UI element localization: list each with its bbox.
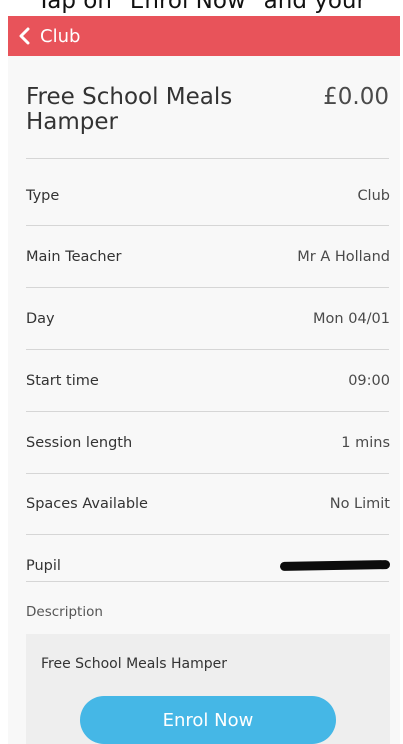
detail-row-pupil[interactable]: Pupil bbox=[26, 551, 391, 581]
redacted-pupil-name bbox=[279, 560, 391, 571]
detail-label: Type bbox=[26, 188, 60, 204]
detail-value: 1 mins bbox=[341, 435, 390, 451]
divider bbox=[26, 287, 389, 288]
description-label: Description bbox=[26, 604, 103, 620]
enrol-now-button[interactable]: Enrol Now bbox=[80, 696, 336, 744]
activity-header: Free School Meals Hamper £0.00 bbox=[26, 85, 390, 135]
detail-row-spaces-available: Spaces Available No Limit bbox=[26, 489, 390, 519]
detail-row-session-length: Session length 1 mins bbox=[26, 428, 390, 458]
detail-value: Mon 04/01 bbox=[313, 311, 390, 327]
divider bbox=[26, 534, 389, 535]
detail-label: Spaces Available bbox=[26, 496, 148, 512]
activity-title: Free School Meals Hamper bbox=[26, 84, 233, 135]
divider bbox=[26, 473, 389, 474]
detail-row-day: Day Mon 04/01 bbox=[26, 304, 390, 334]
instruction-caption: Tap on "Enrol Now" and your bbox=[37, 0, 366, 14]
detail-value: No Limit bbox=[329, 496, 390, 512]
detail-row-type: Type Club bbox=[26, 181, 390, 211]
detail-value: Mr A Holland bbox=[297, 249, 390, 265]
chevron-left-icon bbox=[18, 27, 30, 45]
divider bbox=[26, 225, 389, 226]
detail-label: Main Teacher bbox=[26, 249, 122, 265]
back-label: Club bbox=[40, 25, 81, 47]
detail-value: 09:00 bbox=[348, 373, 390, 389]
detail-row-main-teacher: Main Teacher Mr A Holland bbox=[26, 242, 390, 272]
detail-label: Start time bbox=[26, 373, 99, 389]
activity-detail-card: Free School Meals Hamper £0.00 Type Club… bbox=[8, 56, 400, 744]
activity-price: £0.00 bbox=[323, 84, 389, 110]
description-text: Free School Meals Hamper bbox=[41, 656, 227, 672]
back-button[interactable]: Club bbox=[8, 16, 92, 56]
detail-label: Session length bbox=[26, 435, 133, 451]
detail-label: Day bbox=[26, 311, 55, 327]
divider bbox=[26, 158, 389, 159]
navigation-bar: Club bbox=[8, 16, 400, 56]
divider bbox=[26, 581, 389, 582]
detail-value: Club bbox=[357, 188, 390, 204]
detail-row-start-time: Start time 09:00 bbox=[26, 366, 390, 396]
divider bbox=[26, 349, 389, 350]
detail-label: Pupil bbox=[26, 558, 61, 574]
divider bbox=[26, 411, 389, 412]
